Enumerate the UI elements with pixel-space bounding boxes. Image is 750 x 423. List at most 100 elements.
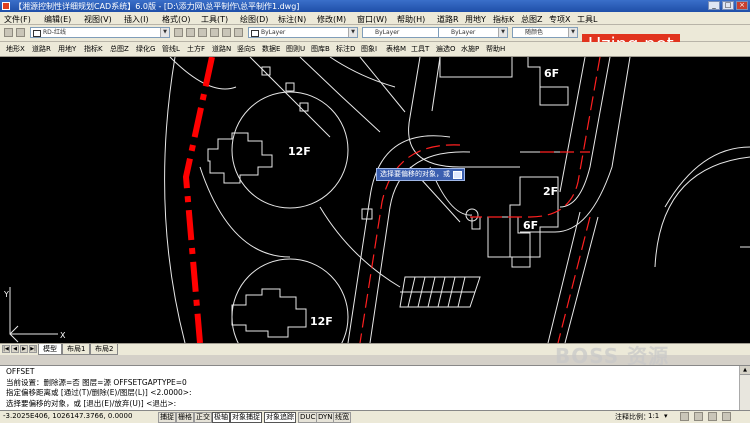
tab-model[interactable]: 模型 [38, 344, 62, 355]
command-window[interactable]: OFFSET 当前设置：删除源=否 图层=源 OFFSETGAPTYPE=0 指… [0, 365, 750, 410]
quick-menu-toolbar: 地形X 道路R 用地Y 指标K 总图Z 绿化G 管线L 土方F 道路N 竖向S … [0, 42, 750, 57]
annotation-scale-value[interactable]: 1:1 [648, 412, 659, 420]
minimize-button[interactable]: _ [708, 1, 720, 10]
road-edge [559, 57, 586, 193]
scroll-up-icon[interactable]: ▲ [740, 366, 750, 375]
layer-lock-icon[interactable] [234, 28, 243, 37]
quick-pipeline[interactable]: 管线L [162, 44, 180, 54]
quick-library[interactable]: 图库B [311, 44, 330, 54]
parking-grid [399, 276, 481, 308]
red-boundary-line [182, 57, 215, 343]
quick-annotate[interactable]: 标注D [336, 44, 355, 54]
menu-modify[interactable]: 修改(M) [317, 14, 346, 25]
first-tab-icon[interactable]: |◀ [2, 345, 10, 353]
quick-road[interactable]: 道路R [32, 44, 51, 54]
quick-select[interactable]: 遍选O [436, 44, 456, 54]
road-edge [559, 57, 611, 208]
menu-site-plan[interactable]: 总图Z [521, 14, 542, 25]
prev-tab-icon[interactable]: ◀ [11, 345, 19, 353]
tab-layout1[interactable]: 布局1 [62, 344, 91, 355]
tab-layout2[interactable]: 布局2 [90, 344, 119, 355]
menu-format[interactable]: 格式(O) [162, 14, 191, 25]
status-bar: -3.2025E406, 1026147.3766, 0.0000 捕捉 栅格 … [0, 410, 750, 423]
building-label: 6F [523, 219, 538, 232]
quick-terrain[interactable]: 地形X [6, 44, 25, 54]
toggle-ortho[interactable]: 正交 [194, 412, 212, 423]
auto-scale-icon[interactable] [694, 412, 703, 421]
last-tab-icon[interactable]: ▶| [29, 345, 37, 353]
drawing-canvas[interactable]: 12F 6F 2F 6F 12F Y X 选择要偏移的对象，或 [0, 57, 750, 343]
quick-landuse[interactable]: 用地Y [58, 44, 76, 54]
command-scrollbar[interactable]: ▲ [739, 366, 750, 410]
small-square [299, 102, 309, 112]
quick-table[interactable]: 表格M [386, 44, 406, 54]
quick-site-plan[interactable]: 总图Z [110, 44, 129, 54]
command-prompt[interactable]: 选择要偏移的对象，或 [退出(E)/放弃(U)] <退出>: [6, 398, 176, 409]
quick-vertical[interactable]: 竖向S [237, 44, 255, 54]
menu-help[interactable]: 帮助(H) [397, 14, 425, 25]
toggle-snap[interactable]: 捕捉 [158, 412, 176, 423]
menu-road[interactable]: 道路R [437, 14, 459, 25]
layer-manager-icon[interactable] [4, 28, 13, 37]
toggle-dyn[interactable]: DYN [316, 412, 335, 423]
boundary-arc [164, 57, 186, 343]
layer-off-icon[interactable] [222, 28, 231, 37]
clean-screen-icon[interactable] [722, 412, 731, 421]
chevron-down-icon[interactable]: ▾ [664, 412, 668, 420]
chevron-down-icon: ▼ [498, 28, 507, 37]
toggle-osnap[interactable]: 对象捕捉 [230, 412, 262, 423]
lineweight-combo[interactable]: ByLayer ▼ [438, 27, 508, 38]
layer-match-icon[interactable] [210, 28, 219, 37]
next-tab-icon[interactable]: ▶ [20, 345, 28, 353]
building-12f-south [231, 288, 307, 338]
layer-state-icon[interactable] [16, 28, 25, 37]
tooltip-options-icon[interactable] [453, 171, 462, 179]
menu-edit[interactable]: 编辑(E) [44, 14, 71, 25]
quick-plan-rules[interactable]: 图则U [286, 44, 305, 54]
menu-file[interactable]: 文件(F) [4, 14, 31, 25]
app-icon[interactable] [2, 2, 10, 10]
toggle-grid[interactable]: 栅格 [176, 412, 194, 423]
toggle-lineweight[interactable]: 线宽 [333, 412, 351, 423]
quick-greening[interactable]: 绿化G [136, 44, 155, 54]
layer-previous-icon[interactable] [186, 28, 195, 37]
plotstyle-combo[interactable]: 随颜色 ▼ [512, 27, 578, 38]
quick-earthwork[interactable]: 土方F [187, 44, 205, 54]
ucs-x-label: X [60, 331, 66, 340]
menu-landuse[interactable]: 用地Y [465, 14, 486, 25]
make-current-icon[interactable] [174, 28, 183, 37]
menu-special[interactable]: 专项X [549, 14, 570, 25]
menu-window[interactable]: 窗口(W) [357, 14, 387, 25]
quick-water[interactable]: 水施P [461, 44, 479, 54]
menu-view[interactable]: 视图(V) [84, 14, 112, 25]
chevron-down-icon: ▼ [348, 28, 357, 37]
quick-data[interactable]: 数据E [262, 44, 280, 54]
path-line [199, 166, 291, 258]
road-edge [664, 146, 750, 208]
menu-insert[interactable]: 插入(I) [124, 14, 149, 25]
quick-image[interactable]: 图象I [361, 44, 377, 54]
annotation-visibility-icon[interactable] [680, 412, 689, 421]
toggle-otrack[interactable]: 对象追踪 [264, 412, 296, 423]
quick-help[interactable]: 帮助H [486, 44, 505, 54]
close-button[interactable]: × [736, 1, 748, 10]
lock-icon[interactable] [708, 412, 717, 421]
menu-tools[interactable]: 工具(T) [201, 14, 228, 25]
layer-iso-icon[interactable] [198, 28, 207, 37]
small-square [261, 66, 271, 76]
quick-index[interactable]: 指标K [84, 44, 103, 54]
layer-swatch-icon [33, 30, 41, 37]
toggle-polar[interactable]: 极轴 [212, 412, 230, 423]
layer-name: RD-红线 [43, 29, 66, 36]
building-6f-north [527, 57, 569, 106]
layer-combo[interactable]: RD-红线 ▼ [30, 27, 170, 38]
quick-road-n[interactable]: 道路N [212, 44, 231, 54]
color-combo[interactable]: ByLayer ▼ [248, 27, 358, 38]
road-edge [408, 57, 520, 168]
menu-dimension[interactable]: 标注(N) [278, 14, 306, 25]
menu-index[interactable]: 指标K [493, 14, 514, 25]
menu-draw[interactable]: 绘图(D) [240, 14, 268, 25]
menu-tools-l[interactable]: 工具L [577, 14, 597, 25]
quick-tools[interactable]: 工具T [411, 44, 429, 54]
maximize-button[interactable]: □ [722, 1, 734, 10]
